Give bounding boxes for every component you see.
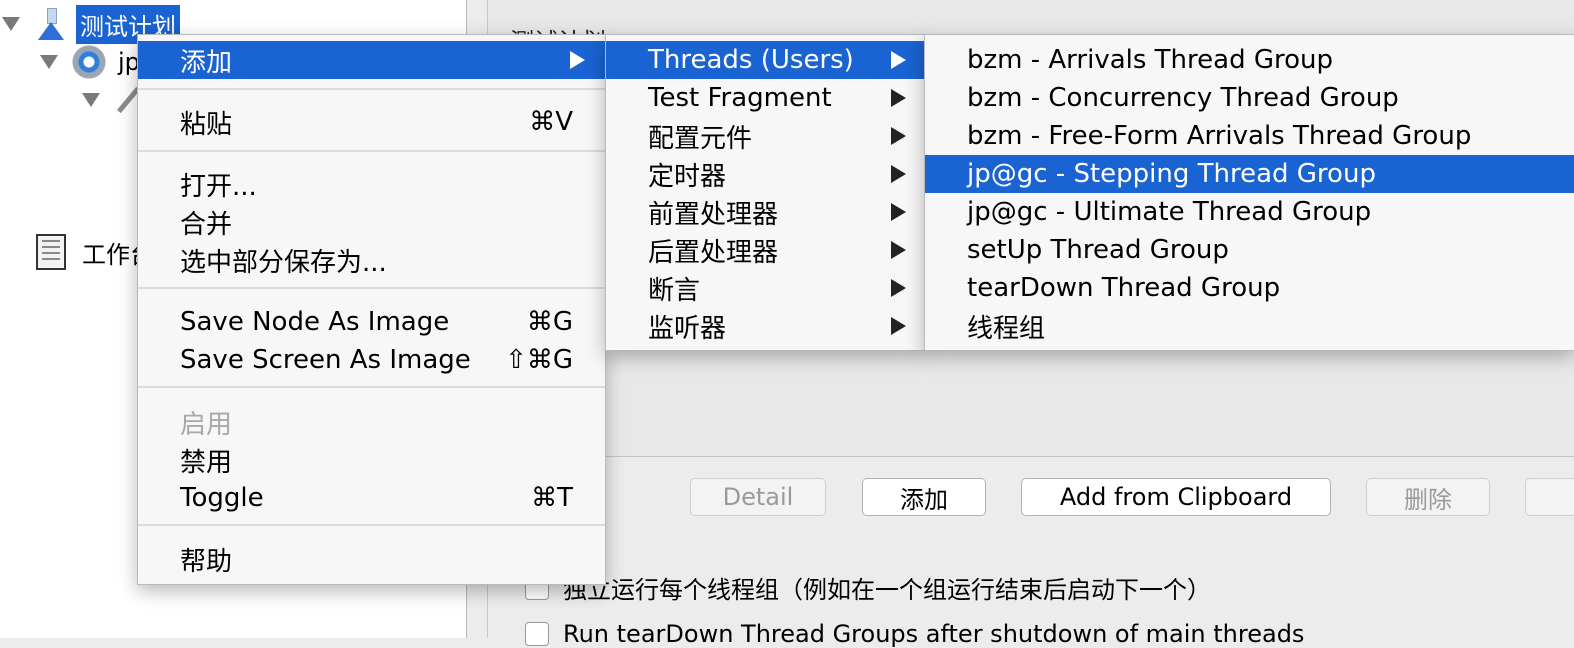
menu-separator: [138, 150, 605, 152]
submenu-item-config-element-label: 配置元件: [648, 123, 753, 154]
menu-item-open[interactable]: 打开...: [138, 165, 605, 203]
menu-item-save-screen-as-image[interactable]: Save Screen As Image ⇧⌘G: [138, 341, 605, 379]
menu-item-add-label: 添加: [180, 47, 233, 78]
thread-item-label: 线程组: [967, 313, 1046, 344]
menu-item-save-selection-as-label: 选中部分保存为...: [180, 247, 387, 278]
thread-item-label: jp@gc - Stepping Thread Group: [967, 159, 1376, 189]
toggle-shortcut: ⌘T: [531, 483, 573, 513]
menu-item-enable-label: 启用: [180, 409, 233, 440]
submenu-item-config-element[interactable]: 配置元件: [606, 117, 924, 155]
submenu-item-threads-label: Threads (Users): [648, 45, 854, 75]
menu-item-save-node-as-image[interactable]: Save Node As Image ⌘G: [138, 303, 605, 341]
context-menu: 添加 粘贴 ⌘V 打开... 合并 选中部分保存为... Save Node A…: [137, 34, 606, 585]
thread-item-thread-group[interactable]: 线程组: [925, 307, 1574, 345]
menu-item-merge-label: 合并: [180, 209, 233, 240]
menu-item-disable-label: 禁用: [180, 447, 233, 478]
submenu-item-pre-processor[interactable]: 前置处理器: [606, 193, 924, 231]
add-variable-button[interactable]: 添加: [862, 478, 986, 516]
add-submenu: Threads (Users) Test Fragment 配置元件 定时器 前…: [605, 34, 925, 351]
menu-item-help-label: 帮助: [180, 546, 233, 577]
menu-item-save-node-label: Save Node As Image: [180, 307, 450, 337]
run-teardown-checkbox[interactable]: [525, 622, 549, 646]
thread-item-bzm-free-form[interactable]: bzm - Free-Form Arrivals Thread Group: [925, 117, 1574, 155]
save-screen-shortcut: ⇧⌘G: [505, 345, 573, 375]
submenu-item-test-fragment[interactable]: Test Fragment: [606, 79, 924, 117]
submenu-item-post-processor[interactable]: 后置处理器: [606, 231, 924, 269]
submenu-arrow-icon: [891, 203, 906, 221]
menu-item-add[interactable]: 添加: [138, 41, 605, 79]
submenu-arrow-icon: [891, 279, 906, 297]
detail-button[interactable]: Detail: [690, 478, 826, 516]
menu-item-help[interactable]: 帮助: [138, 540, 605, 578]
thread-item-label: bzm - Arrivals Thread Group: [967, 45, 1334, 75]
test-plan-icon: [36, 6, 66, 42]
thread-item-setup[interactable]: setUp Thread Group: [925, 231, 1574, 269]
submenu-item-pre-processor-label: 前置处理器: [648, 199, 779, 230]
delete-variable-button[interactable]: 删除: [1366, 478, 1490, 516]
thread-item-label: jp@gc - Ultimate Thread Group: [967, 197, 1372, 227]
thread-item-label: setUp Thread Group: [967, 235, 1229, 265]
submenu-item-threads[interactable]: Threads (Users): [606, 41, 924, 79]
menu-separator: [138, 88, 605, 90]
add-from-clipboard-button[interactable]: Add from Clipboard: [1021, 478, 1331, 516]
teardown-row[interactable]: Run tearDown Thread Groups after shutdow…: [525, 620, 1304, 648]
thread-item-label: bzm - Concurrency Thread Group: [967, 83, 1399, 113]
menu-item-enable: 启用: [138, 403, 605, 441]
menu-item-toggle-label: Toggle: [180, 483, 264, 513]
submenu-arrow-icon: [891, 89, 906, 107]
disclosure-expanded-icon[interactable]: [40, 55, 58, 69]
submenu-item-assertion[interactable]: 断言: [606, 269, 924, 307]
thread-item-ultimate[interactable]: jp@gc - Ultimate Thread Group: [925, 193, 1574, 231]
submenu-arrow-icon: [891, 241, 906, 259]
menu-item-paste[interactable]: 粘贴 ⌘V: [138, 103, 605, 141]
submenu-arrow-icon: [891, 51, 906, 69]
functional-test-mode-row[interactable]: 独立运行每个线程组（例如在一个组运行结束后启动下一个）: [525, 570, 1211, 605]
menu-separator: [138, 386, 605, 388]
notebook-icon: [36, 234, 66, 270]
save-node-shortcut: ⌘G: [526, 307, 573, 337]
submenu-item-listener[interactable]: 监听器: [606, 307, 924, 345]
menu-item-save-selection-as[interactable]: 选中部分保存为...: [138, 241, 605, 279]
thread-item-bzm-arrivals[interactable]: bzm - Arrivals Thread Group: [925, 41, 1574, 79]
menu-item-merge[interactable]: 合并: [138, 203, 605, 241]
disclosure-expanded-icon[interactable]: [2, 17, 20, 31]
submenu-arrow-icon: [570, 51, 585, 69]
threads-submenu: bzm - Arrivals Thread Group bzm - Concur…: [924, 34, 1574, 351]
menu-separator: [138, 287, 605, 289]
submenu-item-post-processor-label: 后置处理器: [648, 237, 779, 268]
menu-separator: [138, 524, 605, 526]
submenu-arrow-icon: [891, 127, 906, 145]
submenu-arrow-icon: [891, 317, 906, 335]
disclosure-expanded-icon[interactable]: [82, 93, 100, 107]
thread-item-teardown[interactable]: tearDown Thread Group: [925, 269, 1574, 307]
submenu-item-assertion-label: 断言: [648, 275, 701, 306]
menu-item-save-screen-label: Save Screen As Image: [180, 345, 471, 375]
submenu-item-test-fragment-label: Test Fragment: [648, 83, 832, 113]
submenu-item-timer-label: 定时器: [648, 161, 727, 192]
run-teardown-label: Run tearDown Thread Groups after shutdow…: [563, 620, 1305, 648]
thread-item-bzm-concurrency[interactable]: bzm - Concurrency Thread Group: [925, 79, 1574, 117]
menu-item-toggle[interactable]: Toggle ⌘T: [138, 479, 605, 517]
menu-item-paste-label: 粘贴: [180, 109, 233, 140]
thread-item-label: bzm - Free-Form Arrivals Thread Group: [967, 121, 1472, 151]
gear-icon: [72, 45, 106, 79]
menu-item-disable[interactable]: 禁用: [138, 441, 605, 479]
submenu-arrow-icon: [891, 165, 906, 183]
thread-item-stepping[interactable]: jp@gc - Stepping Thread Group: [925, 155, 1574, 193]
tree-row-sampler[interactable]: [82, 80, 142, 120]
tree-row-thread-group[interactable]: jp: [40, 42, 144, 82]
run-thread-groups-consecutively-label: 独立运行每个线程组（例如在一个组运行结束后启动下一个）: [563, 576, 1211, 604]
submenu-item-timer[interactable]: 定时器: [606, 155, 924, 193]
submenu-item-listener-label: 监听器: [648, 313, 727, 344]
extra-button[interactable]: [1525, 478, 1574, 516]
thread-item-label: tearDown Thread Group: [967, 273, 1281, 303]
paste-shortcut: ⌘V: [529, 107, 573, 137]
menu-item-open-label: 打开...: [180, 171, 257, 202]
